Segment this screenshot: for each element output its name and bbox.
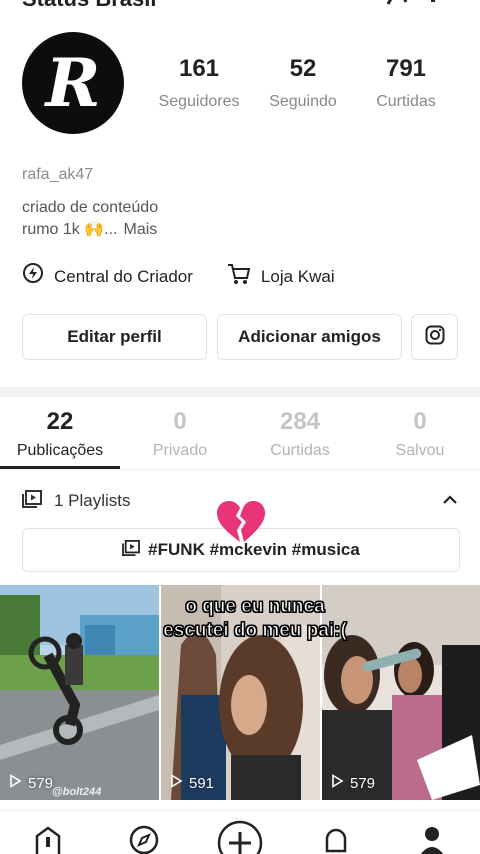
bio-line-2: rumo 1k 🙌... Mais [22,219,158,241]
play-icon [169,774,183,792]
home-icon[interactable] [34,825,62,854]
notifications-icon[interactable] [322,825,350,854]
overlay-caption-line-1: o que eu nunca [185,596,325,618]
profile-tabs: 22 Publicações 0 Privado 284 Curtidas 0 … [0,408,480,470]
tab-publications-label: Publicações [16,442,104,459]
profile-links: Central do Criador Loja Kwai [22,263,335,290]
tab-private[interactable]: 0 Privado [120,408,240,470]
play-icon [330,774,344,792]
creator-center-label: Central do Criador [54,266,193,286]
bolt-pin-icon [22,263,44,290]
followers-count: 161 [178,55,220,82]
add-friends-button[interactable]: Adicionar amigos [217,314,402,360]
tab-saved-count: 0 [413,408,427,435]
section-divider [0,387,480,397]
stat-likes[interactable]: 791 Curtidas [356,55,456,111]
avatar-letter: R [45,44,101,122]
video-3-plays: 579 [350,774,376,792]
tab-publications-count: 22 [46,408,74,435]
discover-icon[interactable] [129,825,159,854]
bio-line-2-text: rumo 1k 🙌... [22,221,118,238]
playlists-label: 1 Playlists [54,491,131,510]
overlay-caption-line-2: escutei do meu pai:( [163,620,348,642]
add-friends-label: Adicionar amigos [238,327,381,346]
overlay-caption: o que eu nunca escutei do meu pai:( [130,595,380,643]
tab-private-count: 0 [173,408,187,435]
edit-profile-button[interactable]: Editar perfil [22,314,207,360]
bio-more-link[interactable]: Mais [124,221,158,238]
stat-followers[interactable]: 161 Seguidores [149,55,249,111]
broken-heart-icon [216,500,266,544]
likes-count: 791 [385,55,427,82]
share-icon[interactable] [386,0,408,6]
instagram-button[interactable] [411,314,458,360]
tab-likes-count: 284 [279,408,321,435]
profile-header-title: Status Brasil [22,0,157,12]
top-bar: Status Brasil [0,0,480,14]
tab-publications[interactable]: 22 Publicações [0,408,120,470]
profile-icon[interactable] [418,825,446,854]
tab-saved[interactable]: 0 Salvou [360,408,480,470]
top-bar-icons [386,0,450,6]
video-2-plays: 591 [189,774,215,792]
create-icon[interactable] [216,819,264,854]
tab-saved-label: Salvou [395,442,445,459]
play-icon [8,774,22,792]
video-2-play-count: 591 [169,774,214,792]
bio: criado de conteúdo rumo 1k 🙌... Mais [22,197,158,241]
cart-icon [227,263,251,290]
kwai-shop-link[interactable]: Loja Kwai [227,263,335,290]
video-1-watermark: @bolt244 [52,786,102,798]
following-label: Seguindo [269,93,337,110]
kwai-shop-label: Loja Kwai [260,266,335,286]
tab-likes-label: Curtidas [270,442,330,459]
bottom-navigation [0,810,480,854]
bio-line-1: criado de conteúdo [22,199,159,216]
playlist-small-icon [122,539,141,561]
playlist-icon [22,489,42,513]
tabs-border [0,469,480,470]
video-1-plays: 579 [28,774,54,792]
tab-private-label: Privado [152,442,208,459]
instagram-icon [425,325,445,350]
video-3-play-count: 579 [330,774,375,792]
edit-profile-label: Editar perfil [67,327,162,346]
avatar[interactable]: R [22,32,124,134]
chevron-up-icon[interactable] [442,491,458,511]
stat-following[interactable]: 52 Seguindo [253,55,353,111]
followers-label: Seguidores [158,93,240,110]
video-1-play-count: 579 [8,774,53,792]
menu-icon[interactable] [428,0,450,6]
creator-center-link[interactable]: Central do Criador [22,263,193,290]
following-count: 52 [289,55,317,82]
username: rafa_ak47 [22,166,94,183]
likes-label: Curtidas [376,93,436,110]
tab-likes[interactable]: 284 Curtidas [240,408,360,470]
